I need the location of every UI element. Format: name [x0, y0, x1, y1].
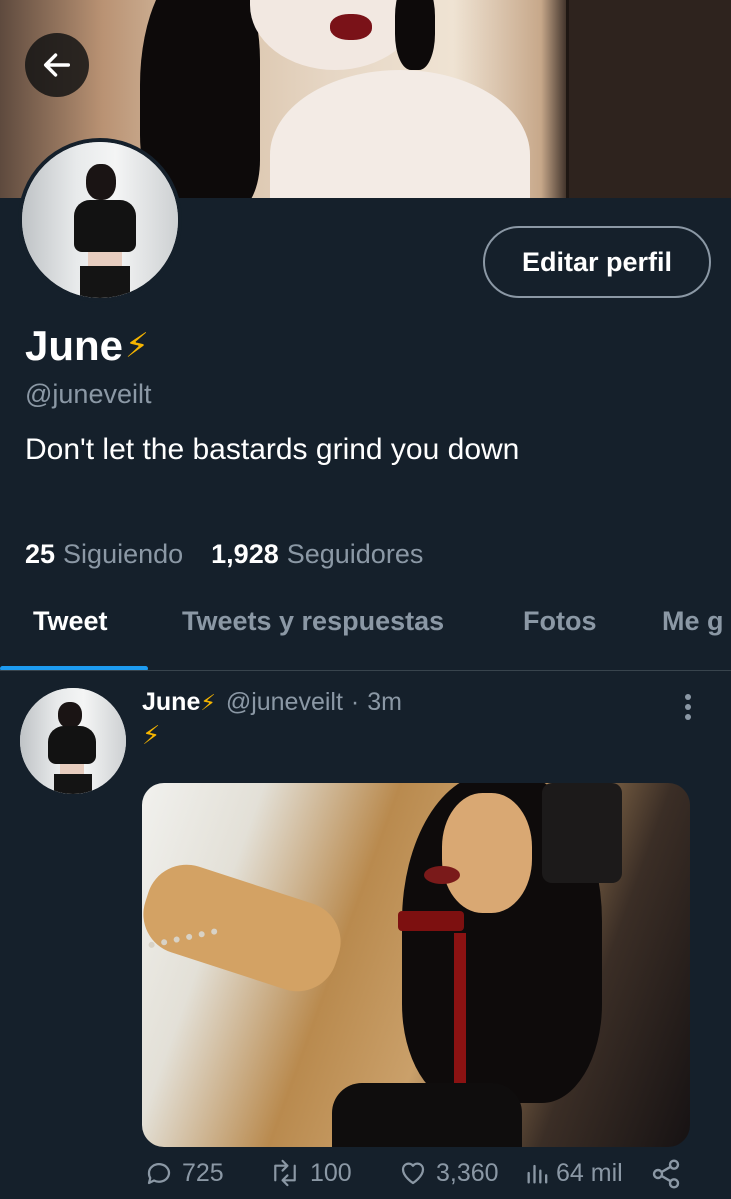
views-button[interactable]: 64 mil — [524, 1158, 623, 1188]
reply-count: 725 — [182, 1158, 224, 1187]
banner-photo-shoulder — [270, 70, 530, 198]
tabs-divider — [0, 670, 731, 671]
media-photo-arm — [142, 854, 352, 1002]
tweet-separator: · — [350, 688, 360, 716]
edit-profile-button[interactable]: Editar perfil — [483, 226, 711, 298]
tweet-avatar-figure-head — [58, 702, 82, 728]
tweet-more-button[interactable] — [672, 690, 704, 724]
share-button[interactable] — [650, 1158, 682, 1190]
following-label: Siguiendo — [63, 539, 184, 569]
avatar-figure-head — [86, 164, 116, 200]
back-button[interactable] — [25, 33, 89, 97]
profile-avatar[interactable] — [18, 138, 182, 302]
lightning-emoji-icon: ⚡ — [125, 327, 149, 365]
share-icon — [652, 1159, 680, 1189]
views-count: 64 mil — [556, 1158, 623, 1187]
avatar-figure-legs — [80, 266, 130, 298]
tweet-avatar-photo — [20, 688, 126, 794]
like-button[interactable]: 3,360 — [398, 1158, 499, 1188]
retweet-icon — [274, 1159, 296, 1187]
followers-count: 1,928 — [211, 539, 279, 569]
followers-label: Seguidores — [286, 539, 424, 569]
banner-photo-hair-strand — [395, 0, 435, 70]
banner-photo-lips — [330, 14, 372, 40]
tweet-author-name[interactable]: June — [142, 688, 200, 717]
profile-handle: @juneveilt — [25, 379, 152, 409]
tab-tweets-and-replies[interactable]: Tweets y respuestas — [182, 606, 444, 637]
media-photo-face — [442, 793, 532, 913]
tab-tweets[interactable]: Tweet — [33, 606, 108, 637]
media-photo-top — [332, 1083, 522, 1147]
profile-stats: 25 Siguiendo 1,928 Seguidores — [25, 539, 423, 570]
following-stat[interactable]: 25 Siguiendo — [25, 539, 183, 570]
tweet-time[interactable]: 3m — [367, 688, 402, 717]
reply-button[interactable]: 725 — [144, 1158, 224, 1188]
tab-likes[interactable]: Me g — [662, 606, 724, 637]
tweet-text: ⚡ — [142, 720, 161, 750]
tweet-avatar-figure-top — [48, 726, 96, 764]
lightning-emoji-icon: ⚡ — [200, 689, 216, 715]
media-photo-strap — [454, 933, 466, 1093]
tweet-avatar-figure-legs — [54, 774, 92, 794]
media-photo-choker — [398, 911, 464, 931]
avatar-figure-waist — [88, 252, 122, 266]
banner-photo-door — [566, 0, 731, 198]
arrow-left-icon — [43, 53, 71, 77]
tweet-author-handle[interactable]: @juneveilt — [226, 688, 343, 717]
retweet-count: 100 — [310, 1158, 352, 1187]
following-count: 25 — [25, 539, 56, 569]
tab-photos[interactable]: Fotos — [523, 606, 597, 637]
media-photo-phone — [542, 783, 622, 883]
tweet-header: June ⚡ @juneveilt · 3m — [142, 688, 402, 717]
like-count: 3,360 — [436, 1158, 499, 1187]
profile-tabs: Tweet Tweets y respuestas Fotos Me g — [0, 592, 731, 670]
tweet-actions: 725 100 3,360 64 mil — [142, 1158, 702, 1198]
avatar-photo — [22, 142, 178, 298]
reply-icon — [147, 1163, 171, 1185]
profile-display-name: June ⚡ — [25, 322, 149, 370]
avatar-figure-top — [74, 200, 136, 252]
tweet-author-avatar[interactable] — [20, 688, 126, 794]
tweet-media-photo[interactable] — [142, 783, 690, 1147]
retweet-button[interactable]: 100 — [268, 1158, 352, 1188]
views-icon — [527, 1164, 548, 1184]
profile-bio: Don't let the bastards grind you down — [25, 433, 520, 466]
tweet-avatar-figure-waist — [60, 764, 84, 774]
media-photo-lips — [424, 866, 460, 884]
more-vertical-icon — [685, 694, 691, 720]
followers-stat[interactable]: 1,928 Seguidores — [211, 539, 423, 570]
display-name-text: June — [25, 322, 124, 369]
heart-icon — [401, 1162, 425, 1185]
